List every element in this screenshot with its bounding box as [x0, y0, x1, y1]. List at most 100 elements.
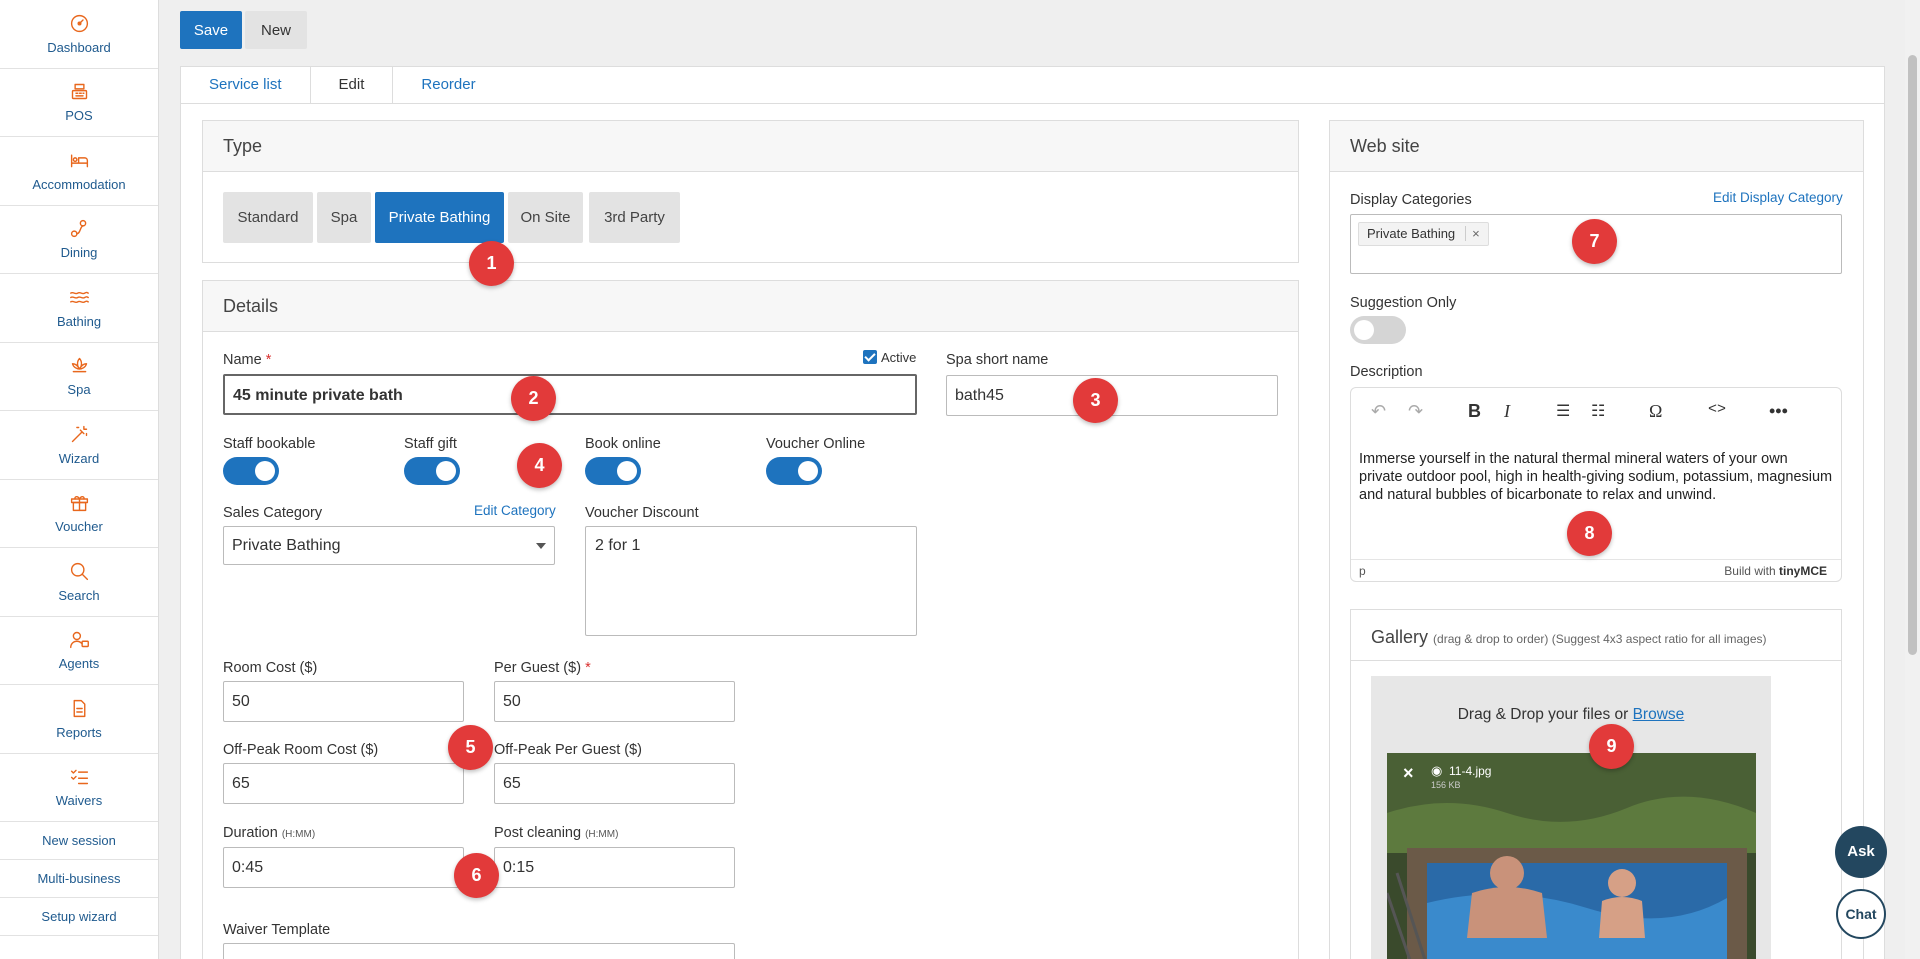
annotation-badge-4: 4 — [517, 443, 562, 488]
sidebar-item-agents[interactable]: Agents — [0, 617, 158, 685]
duration-label: Duration (H:MM) — [223, 825, 316, 841]
editor-statusbar: p Build with tinyMCE — [1351, 559, 1841, 581]
sidebar-item-bathing[interactable]: Bathing — [0, 274, 158, 343]
dropzone[interactable]: Drag & Drop your files or Browse × ◉ 11-… — [1371, 676, 1771, 959]
chat-button[interactable]: Chat — [1836, 889, 1886, 939]
type-3rd-party-button[interactable]: 3rd Party — [589, 192, 680, 243]
sidebar-item-spa[interactable]: Spa — [0, 343, 158, 411]
redo-icon[interactable]: ↷ — [1408, 401, 1423, 422]
post-cleaning-label: Post cleaning (H:MM) — [494, 825, 619, 841]
sidebar-item-wizard[interactable]: Wizard — [0, 411, 158, 480]
sidebar-item-dashboard[interactable]: Dashboard — [0, 0, 158, 69]
voucher-discount-label: Voucher Discount — [585, 505, 699, 521]
sidebar-item-label: Voucher — [55, 519, 103, 535]
new-button[interactable]: New — [245, 11, 307, 49]
special-char-icon[interactable]: Ω — [1649, 401, 1662, 422]
active-label: Active — [881, 350, 917, 365]
preview-eye-icon[interactable]: ◉ — [1431, 763, 1442, 779]
type-on-site-button[interactable]: On Site — [508, 192, 583, 243]
sidebar-item-label: Wizard — [58, 450, 100, 466]
agents-icon — [69, 632, 89, 649]
suggestion-only-toggle[interactable] — [1350, 316, 1406, 344]
staff-gift-toggle[interactable] — [404, 457, 460, 485]
sidebar-item-label: Search — [58, 587, 100, 603]
sidebar-item-search[interactable]: Search — [0, 548, 158, 617]
sidebar-item-label: Waivers — [55, 793, 103, 809]
sidebar-item-voucher[interactable]: Voucher — [0, 480, 158, 548]
bold-icon[interactable]: B — [1468, 401, 1481, 422]
name-input[interactable]: 45 minute private bath — [223, 374, 917, 415]
sidebar-item-label: Accommodation — [32, 176, 126, 192]
waiver-template-label: Waiver Template — [223, 922, 331, 938]
offpeak-room-cost-input[interactable]: 65 — [223, 763, 464, 804]
type-private-bathing-button[interactable]: Private Bathing — [375, 192, 504, 243]
remove-image-icon[interactable]: × — [1403, 763, 1414, 784]
active-checkbox[interactable] — [863, 350, 877, 364]
room-cost-input[interactable]: 50 — [223, 681, 464, 722]
page-scrollbar[interactable] — [1905, 0, 1920, 959]
annotation-badge-3: 3 — [1073, 378, 1118, 423]
book-online-toggle[interactable] — [585, 457, 641, 485]
offpeak-per-guest-input[interactable]: 65 — [494, 763, 735, 804]
display-category-tag: Private Bathing × — [1358, 222, 1489, 246]
sidebar-item-accommodation[interactable]: Accommodation — [0, 137, 158, 206]
tab-reorder[interactable]: Reorder — [393, 67, 503, 103]
details-panel-title: Details — [203, 281, 1298, 332]
sidebar-item-label: Spa — [67, 382, 91, 398]
description-text[interactable]: Immerse yourself in the natural thermal … — [1359, 450, 1835, 504]
tab-service-list[interactable]: Service list — [181, 67, 311, 103]
bullet-list-icon[interactable]: ☰ — [1556, 401, 1570, 421]
tag-remove-icon[interactable]: × — [1465, 226, 1480, 241]
sales-category-select[interactable]: Private Bathing — [223, 526, 555, 565]
tab-edit[interactable]: Edit — [310, 67, 394, 103]
per-guest-input[interactable]: 50 — [494, 681, 735, 722]
undo-icon[interactable]: ↶ — [1371, 401, 1386, 422]
sidebar-new-session[interactable]: New session — [0, 822, 158, 860]
dashboard-icon — [70, 14, 88, 32]
sidebar-item-waivers[interactable]: Waivers — [0, 754, 158, 822]
type-panel-title: Type — [203, 121, 1298, 172]
lotus-icon — [71, 358, 87, 373]
annotation-badge-7: 7 — [1572, 219, 1617, 264]
waiver-template-select[interactable] — [223, 943, 735, 959]
scrollbar-thumb[interactable] — [1908, 55, 1917, 655]
sidebar: Dashboard POS Accommodation Dining Bathi… — [0, 0, 159, 959]
browse-link[interactable]: Browse — [1633, 706, 1685, 723]
sidebar-item-pos[interactable]: POS — [0, 69, 158, 137]
sidebar-item-reports[interactable]: Reports — [0, 685, 158, 754]
type-spa-button[interactable]: Spa — [317, 192, 371, 243]
spa-short-name-label: Spa short name — [946, 352, 1049, 368]
document-icon — [73, 699, 85, 717]
more-icon[interactable]: ••• — [1769, 401, 1788, 422]
post-cleaning-input[interactable]: 0:15 — [494, 847, 735, 888]
sidebar-item-label: Bathing — [56, 313, 102, 329]
italic-icon[interactable]: I — [1504, 401, 1510, 422]
gallery-title: Gallery (drag & drop to order) (Suggest … — [1371, 627, 1767, 647]
image-file-name: 11-4.jpg — [1449, 764, 1492, 778]
code-icon[interactable]: <> — [1708, 401, 1726, 418]
numbered-list-icon[interactable]: ☷ — [1591, 401, 1605, 421]
display-categories-label: Display Categories — [1350, 192, 1472, 208]
duration-input[interactable]: 0:45 — [223, 847, 464, 888]
sidebar-multi-business[interactable]: Multi-business — [0, 860, 158, 898]
edit-display-category-link[interactable]: Edit Display Category — [1713, 190, 1843, 205]
gallery-image-thumbnail[interactable]: × ◉ 11-4.jpg 156 KB — [1387, 753, 1756, 959]
search-icon — [70, 562, 88, 580]
checklist-icon — [70, 769, 88, 785]
voucher-online-toggle[interactable] — [766, 457, 822, 485]
type-standard-button[interactable]: Standard — [223, 192, 313, 243]
save-button[interactable]: Save — [180, 11, 242, 49]
sidebar-item-dining[interactable]: Dining — [0, 206, 158, 274]
edit-category-link[interactable]: Edit Category — [474, 503, 556, 518]
voucher-discount-textarea[interactable]: 2 for 1 — [585, 526, 917, 636]
staff-bookable-toggle[interactable] — [223, 457, 279, 485]
annotation-badge-8: 8 — [1567, 511, 1612, 556]
sidebar-setup-wizard[interactable]: Setup wizard — [0, 898, 158, 936]
editor-path: p — [1359, 564, 1366, 578]
ask-button[interactable]: Ask — [1835, 826, 1887, 878]
gift-icon — [70, 496, 88, 512]
editor-toolbar: ↶ ↷ B I ☰ ☷ Ω <> ••• — [1351, 388, 1841, 436]
waves-icon — [69, 291, 89, 303]
sidebar-item-label: Agents — [58, 656, 100, 672]
image-file-size: 156 KB — [1431, 780, 1461, 790]
